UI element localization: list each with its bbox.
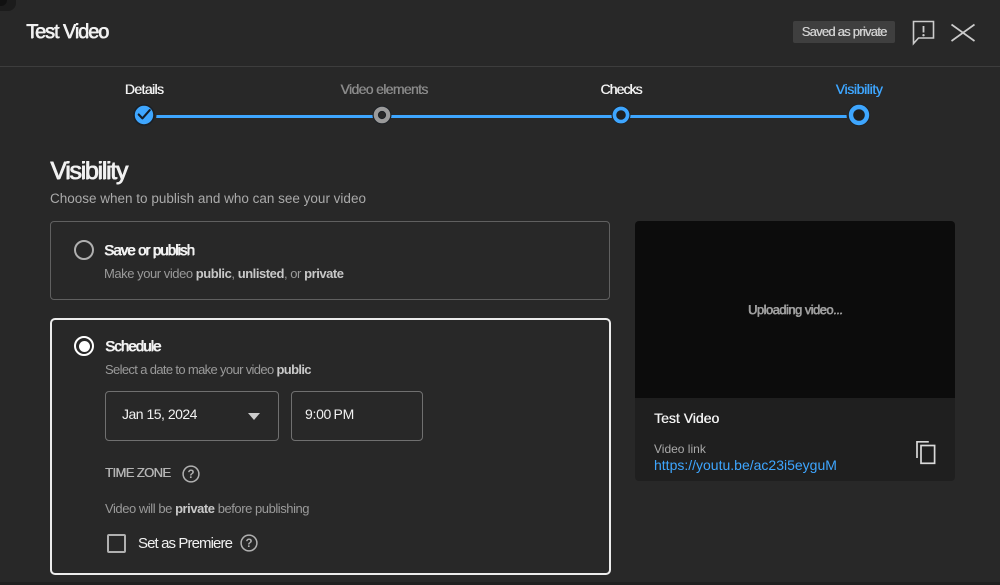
svg-text:?: ? bbox=[187, 469, 194, 481]
svg-text:?: ? bbox=[245, 538, 252, 550]
